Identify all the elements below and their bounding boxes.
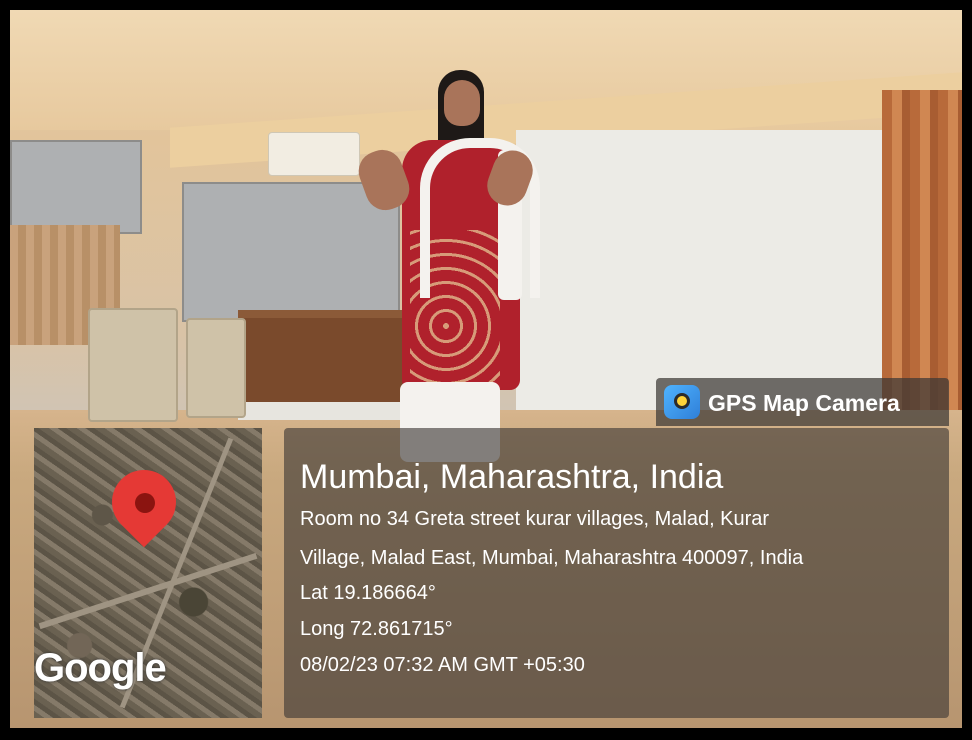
person-face <box>444 80 480 126</box>
address-line-2: Village, Malad East, Mumbai, Maharashtra… <box>300 547 804 569</box>
timestamp: 08/02/23 07:32 AM GMT +05:30 <box>300 654 585 676</box>
gps-camera-label: GPS Map Camera <box>708 390 900 416</box>
latitude: Lat 19.186664° <box>300 582 436 604</box>
curtain-right <box>882 90 962 410</box>
photo: GPS Map Camera Google Mumbai, Maharashtr… <box>10 10 962 728</box>
chair <box>186 318 246 418</box>
google-logo: Google <box>34 646 167 690</box>
air-conditioner <box>268 132 360 176</box>
podium-base <box>238 402 408 420</box>
location-info-panel: Mumbai, Maharashtra, India Room no 34 Gr… <box>284 428 949 718</box>
address-line-1: Room no 34 Greta street kurar villages, … <box>300 508 770 530</box>
gps-camera-tag: GPS Map Camera <box>656 378 949 426</box>
map-thumbnail: Google <box>34 428 262 718</box>
map-pin-center <box>135 493 155 513</box>
location-title: Mumbai, Maharashtra, India <box>300 458 724 496</box>
stage-wall <box>516 130 888 420</box>
longitude: Long 72.861715° <box>300 618 453 640</box>
location-marker-icon <box>674 393 690 409</box>
photo-frame: GPS Map Camera Google Mumbai, Maharashtr… <box>0 0 972 740</box>
wall-panel-left <box>10 140 142 234</box>
wall-panel-center <box>182 182 400 322</box>
gps-map-camera-app-icon <box>664 385 700 419</box>
chair <box>88 308 178 422</box>
map-road <box>38 552 258 630</box>
